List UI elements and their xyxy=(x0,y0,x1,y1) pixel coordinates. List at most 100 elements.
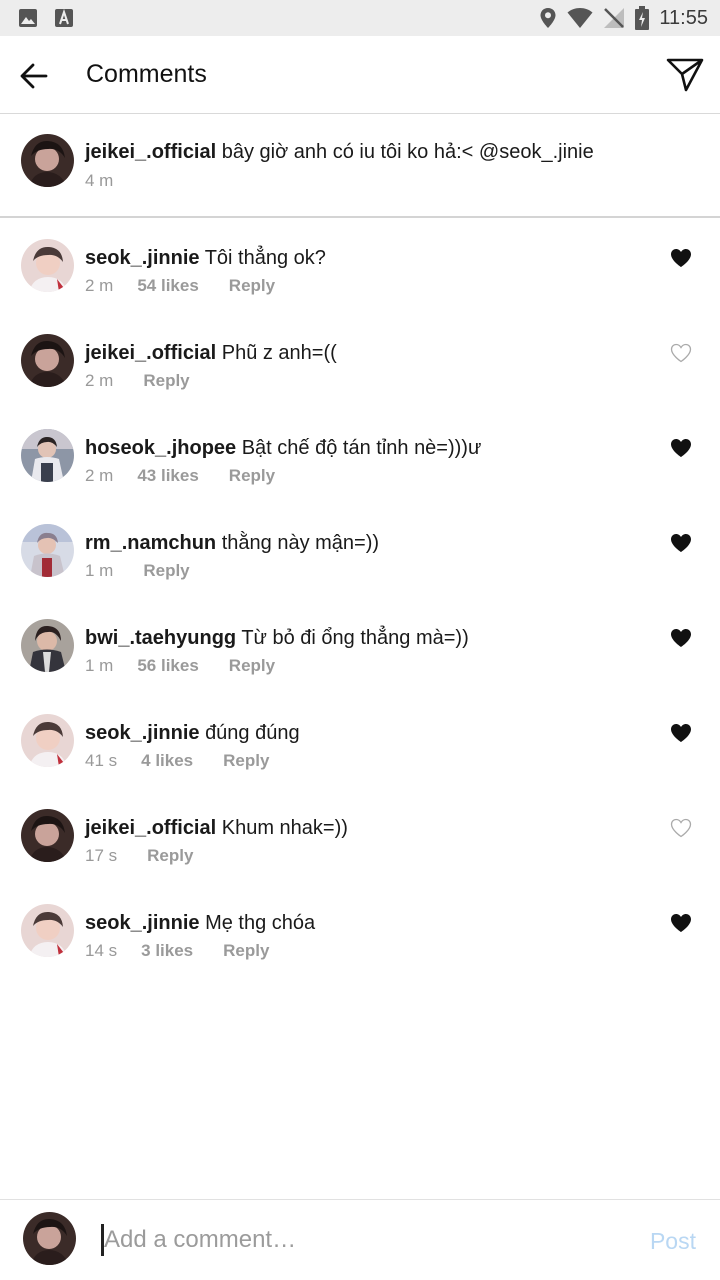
list-item: jeikei_.official Phũ z anh=(( 2 m Reply xyxy=(0,314,720,409)
comment-time: 41 s xyxy=(85,751,118,770)
heart-filled-icon[interactable] xyxy=(670,723,692,743)
comment-username[interactable]: rm_.namchun xyxy=(85,532,216,554)
comment-body: Tôi thẳng ok? xyxy=(204,247,326,269)
comment-text: seok_.jinnie Tôi thẳng ok? xyxy=(85,247,326,270)
comment-meta: 2 m Reply xyxy=(85,371,190,391)
location-icon xyxy=(540,8,556,28)
avatar[interactable] xyxy=(21,619,74,672)
reply-button[interactable]: Reply xyxy=(143,371,189,391)
comment-username[interactable]: jeikei_.official xyxy=(85,817,216,839)
heart-filled-icon[interactable] xyxy=(670,533,692,553)
list-item: seok_.jinnie Mẹ thg chóa 14 s 3 likes Repl… xyxy=(0,884,720,979)
list-item: bwi_.taehyungg Từ bỏ đi ổng thẳng mà=)) … xyxy=(0,599,720,694)
comment-time: 14 s xyxy=(85,941,118,960)
comment-time: 2 m xyxy=(85,371,114,390)
send-direct-icon[interactable] xyxy=(666,56,704,94)
font-icon xyxy=(55,8,73,27)
comment-composer: Post xyxy=(0,1199,720,1280)
comment-username[interactable]: bwi_.taehyungg xyxy=(85,627,236,649)
reply-button[interactable]: Reply xyxy=(147,846,193,866)
comment-username[interactable]: seok_.jinnie xyxy=(85,247,200,269)
status-bar: 11:55 xyxy=(0,0,720,36)
comment-meta: 2 m 43 likes Reply xyxy=(85,466,275,486)
page-title: Comments xyxy=(86,60,207,88)
comment-text: jeikei_.official Phũ z anh=(( xyxy=(85,342,337,365)
reply-button[interactable]: Reply xyxy=(223,941,269,961)
avatar[interactable] xyxy=(21,334,74,387)
comment-text: jeikei_.official Khum nhak=)) xyxy=(85,817,348,840)
reply-button[interactable]: Reply xyxy=(223,751,269,771)
reply-button[interactable]: Reply xyxy=(229,276,275,296)
comment-meta: 17 s Reply xyxy=(85,846,193,866)
comment-meta: 41 s 4 likes Reply xyxy=(85,751,269,771)
top-bar: Comments xyxy=(0,36,720,114)
comment-body: Khum nhak=)) xyxy=(221,817,348,839)
like-count[interactable]: 4 likes xyxy=(141,751,193,771)
comment-meta: 1 m 56 likes Reply xyxy=(85,656,275,676)
caption-body: bây giờ anh có iu tôi ko hả:< @seok_.jin… xyxy=(221,141,594,163)
heart-filled-icon[interactable] xyxy=(670,913,692,933)
avatar xyxy=(23,1212,76,1265)
heart-outline-icon[interactable] xyxy=(670,818,692,838)
comment-body: đúng đúng xyxy=(205,722,300,744)
comment-meta: 1 m Reply xyxy=(85,561,190,581)
caption-text: jeikei_.official bây giờ anh có iu tôi k… xyxy=(85,141,594,164)
comment-username[interactable]: hoseok_.jhopee xyxy=(85,437,236,459)
wifi-icon xyxy=(567,8,593,28)
comment-time: 1 m xyxy=(85,656,114,675)
back-arrow-icon[interactable] xyxy=(18,60,50,92)
heart-filled-icon[interactable] xyxy=(670,248,692,268)
list-item: hoseok_.jhopee Bật chế độ tán tỉnh nè=))… xyxy=(0,409,720,504)
avatar[interactable] xyxy=(21,809,74,862)
heart-outline-icon[interactable] xyxy=(670,343,692,363)
reply-button[interactable]: Reply xyxy=(229,466,275,486)
like-count[interactable]: 54 likes xyxy=(137,276,198,296)
avatar[interactable] xyxy=(21,714,74,767)
avatar[interactable] xyxy=(21,904,74,957)
list-item: seok_.jinnie đúng đúng 41 s 4 likes Reply xyxy=(0,694,720,789)
avatar[interactable] xyxy=(21,239,74,292)
caption-meta: 4 m xyxy=(85,171,113,191)
comment-input[interactable] xyxy=(104,1222,624,1258)
comment-body: Mẹ thg chóa xyxy=(205,912,316,934)
comment-time: 1 m xyxy=(85,561,114,580)
list-item: rm_.namchun thằng này mận=)) 1 m Reply xyxy=(0,504,720,599)
comment-body: Bật chế độ tán tỉnh nè=)))ư xyxy=(241,437,482,459)
like-count[interactable]: 43 likes xyxy=(137,466,198,486)
clock: 11:55 xyxy=(659,6,708,29)
comment-meta: 2 m 54 likes Reply xyxy=(85,276,275,296)
like-count[interactable]: 56 likes xyxy=(137,656,198,676)
image-icon xyxy=(19,9,37,27)
caption-username[interactable]: jeikei_.official xyxy=(85,141,216,163)
comment-username[interactable]: seok_.jinnie xyxy=(85,722,200,744)
comment-username[interactable]: jeikei_.official xyxy=(85,342,216,364)
list-item: jeikei_.official Khum nhak=)) 17 s Reply xyxy=(0,789,720,884)
battery-charging-icon xyxy=(635,6,650,30)
caption-time: 4 m xyxy=(85,171,114,190)
comment-text: hoseok_.jhopee Bật chế độ tán tỉnh nè=))… xyxy=(85,437,481,460)
list-item: seok_.jinnie Tôi thẳng ok? 2 m 54 likes Re… xyxy=(0,219,720,314)
post-caption: jeikei_.official bây giờ anh có iu tôi k… xyxy=(0,115,720,218)
comment-username[interactable]: seok_.jinnie xyxy=(85,912,200,934)
comment-body: Từ bỏ đi ổng thẳng mà=)) xyxy=(241,627,469,649)
comment-time: 2 m xyxy=(85,466,114,485)
avatar[interactable] xyxy=(21,524,74,577)
avatar[interactable] xyxy=(21,134,74,187)
comment-body: Phũ z anh=(( xyxy=(221,342,337,364)
reply-button[interactable]: Reply xyxy=(229,656,275,676)
comment-text: rm_.namchun thằng này mận=)) xyxy=(85,532,379,555)
no-signal-icon xyxy=(604,8,625,28)
comment-text: seok_.jinnie Mẹ thg chóa xyxy=(85,912,315,935)
post-button[interactable]: Post xyxy=(650,1228,696,1255)
avatar[interactable] xyxy=(21,429,74,482)
heart-filled-icon[interactable] xyxy=(670,628,692,648)
comment-text: bwi_.taehyungg Từ bỏ đi ổng thẳng mà=)) xyxy=(85,627,469,650)
heart-filled-icon[interactable] xyxy=(670,438,692,458)
comment-text: seok_.jinnie đúng đúng xyxy=(85,722,300,745)
comment-time: 2 m xyxy=(85,276,114,295)
reply-button[interactable]: Reply xyxy=(143,561,189,581)
comment-time: 17 s xyxy=(85,846,118,865)
comment-body: thằng này mận=)) xyxy=(221,532,380,554)
like-count[interactable]: 3 likes xyxy=(141,941,193,961)
comment-meta: 14 s 3 likes Reply xyxy=(85,941,269,961)
